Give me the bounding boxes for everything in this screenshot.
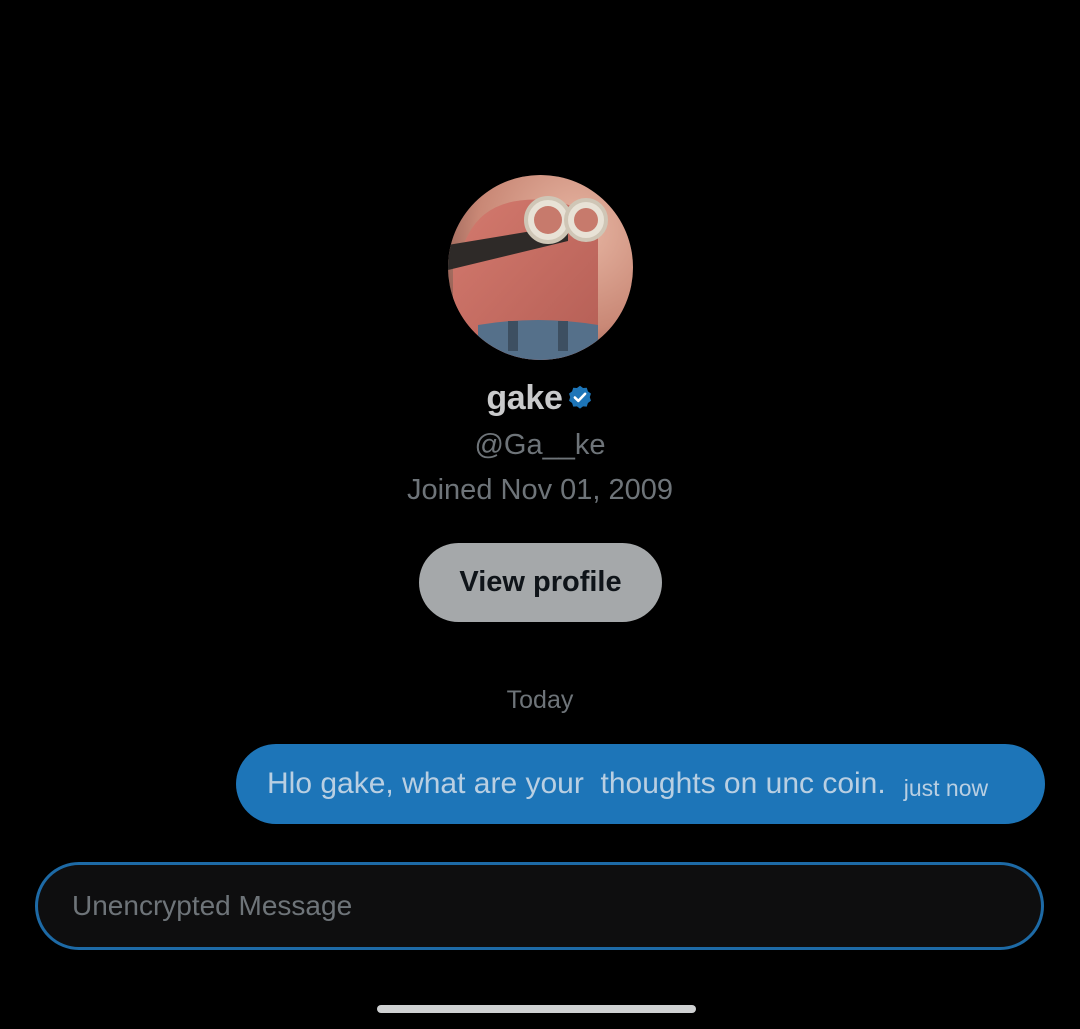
view-profile-button[interactable]: View profile bbox=[419, 543, 662, 622]
profile-handle: @Ga__ke bbox=[474, 429, 606, 461]
profile-name-row: gake bbox=[0, 376, 1080, 420]
home-indicator[interactable] bbox=[377, 1005, 696, 1013]
joined-date: Joined Nov 01, 2009 bbox=[406, 474, 674, 506]
display-name: gake bbox=[486, 379, 563, 417]
avatar-image bbox=[448, 175, 633, 360]
date-separator: Today bbox=[506, 686, 574, 714]
verified-badge-icon bbox=[566, 379, 594, 409]
avatar[interactable] bbox=[448, 175, 633, 360]
message-text: Hlo gake, what are your thoughts on unc … bbox=[267, 767, 886, 800]
message-input[interactable] bbox=[35, 862, 1044, 950]
message-bubble[interactable]: Hlo gake, what are your thoughts on unc … bbox=[236, 744, 1045, 824]
message-timestamp: just now bbox=[903, 775, 989, 801]
